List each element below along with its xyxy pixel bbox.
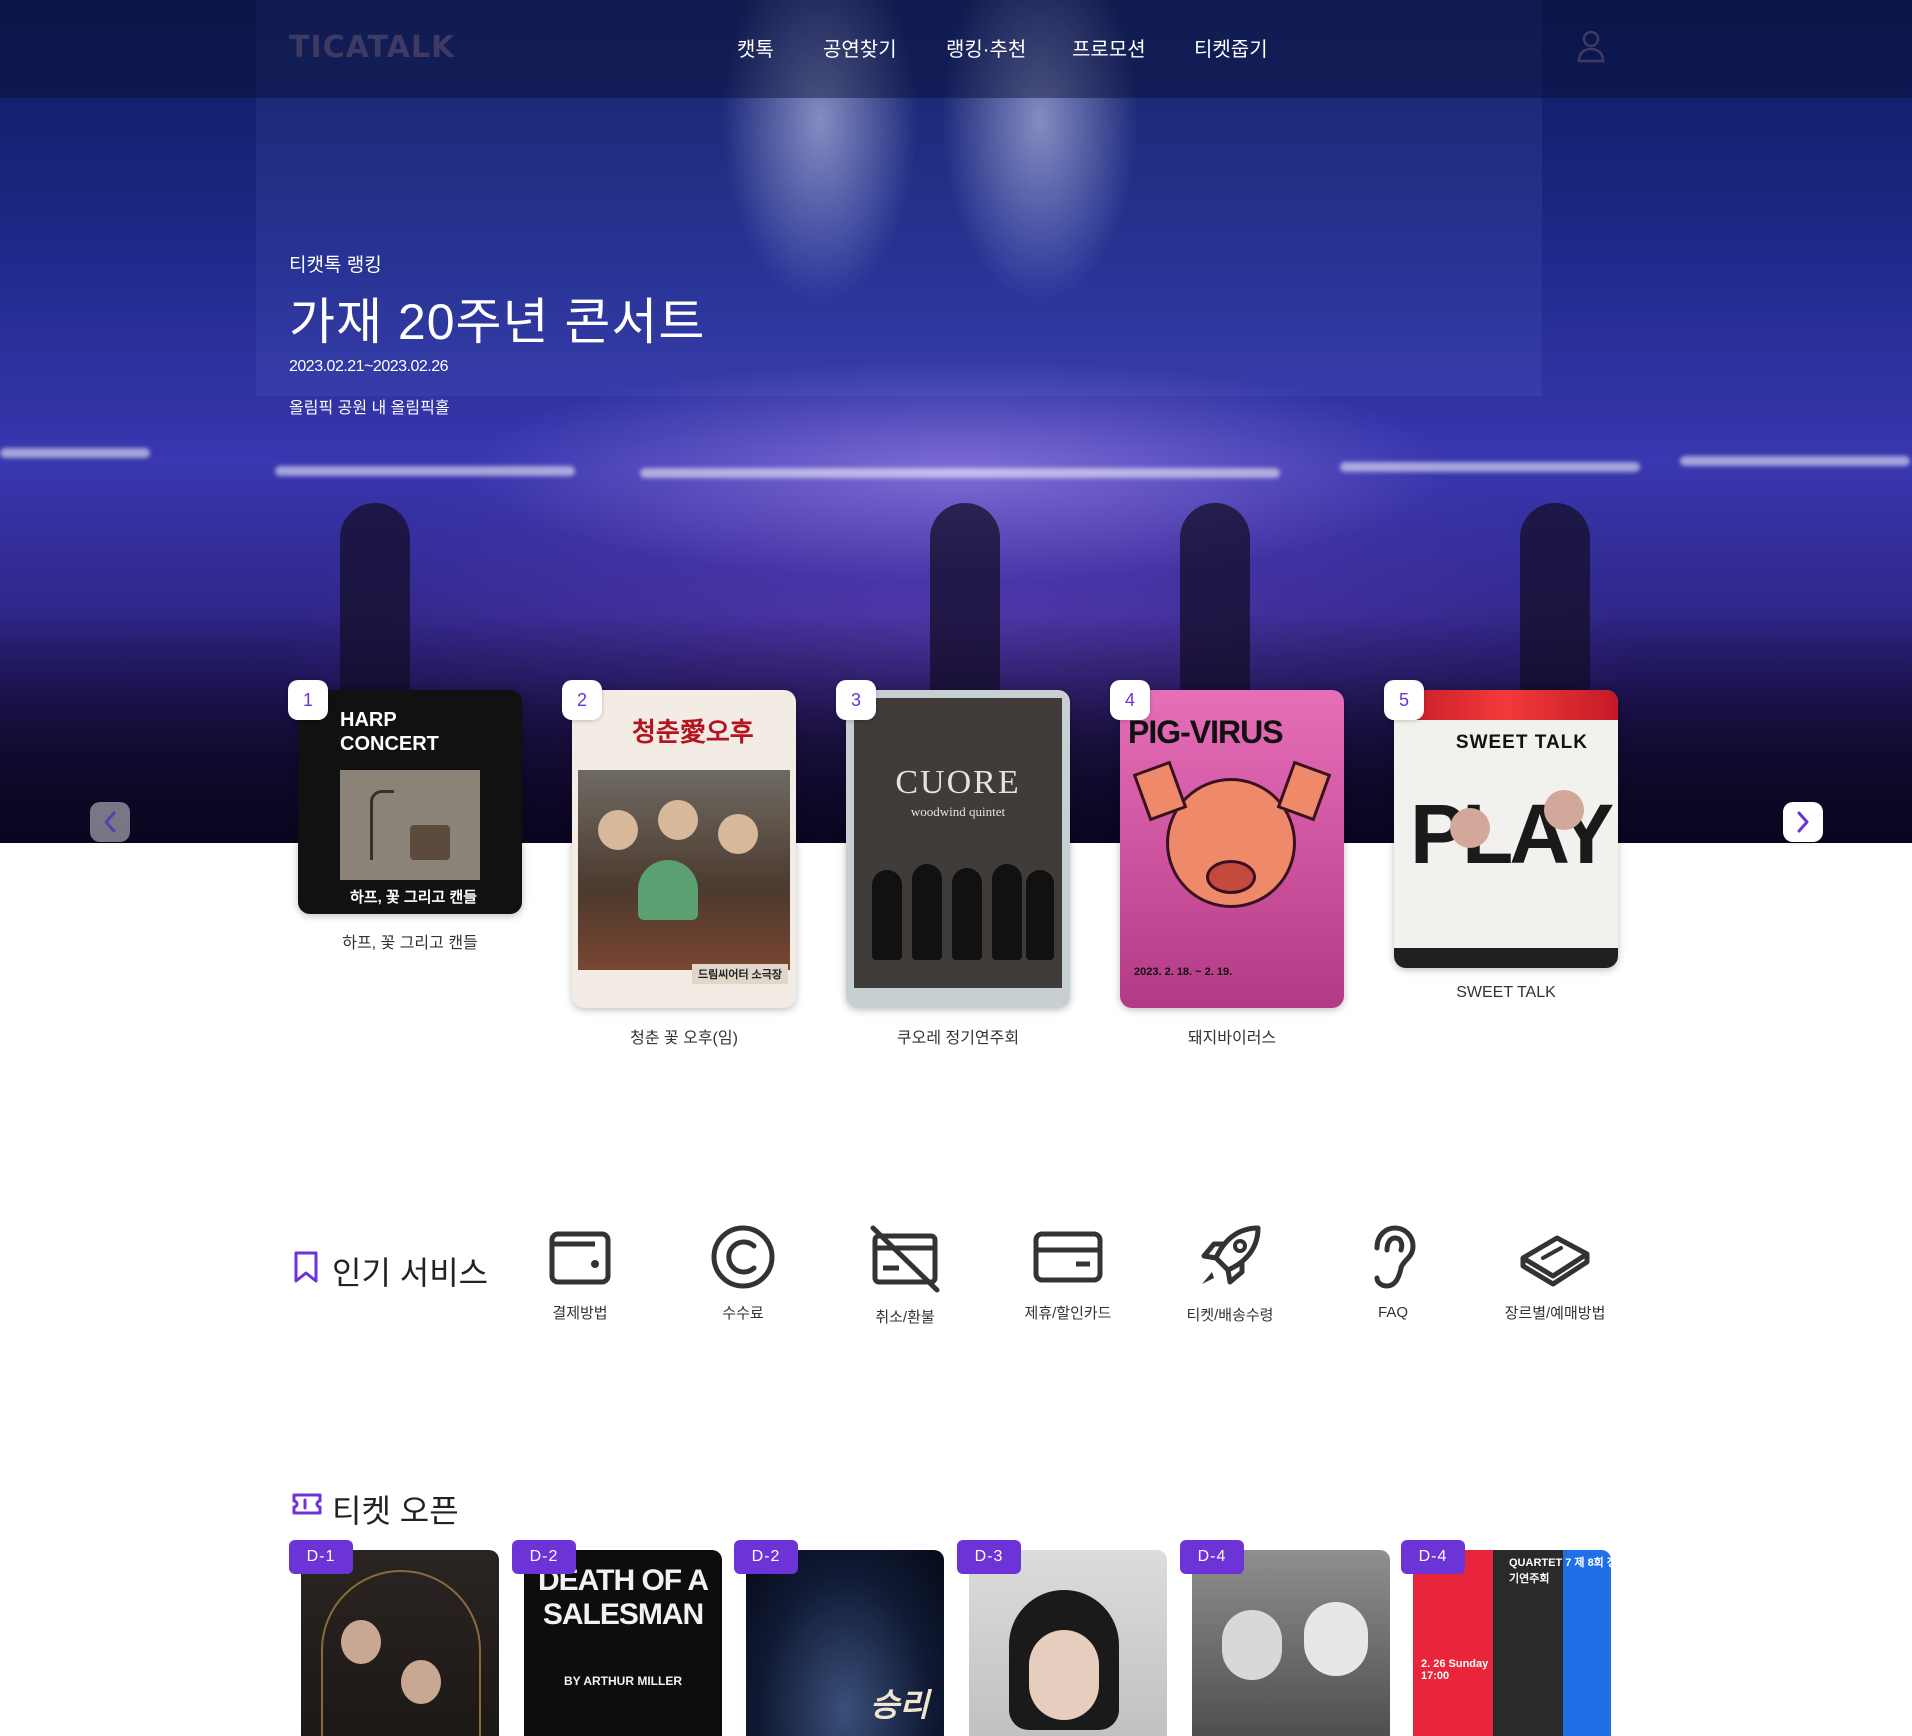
poster-title: HARP CONCERT [340, 709, 439, 755]
rank-title: SWEET TALK [1456, 984, 1556, 1001]
poster-title: CUORE [895, 764, 1021, 801]
dday-badge: D-1 [289, 1540, 353, 1574]
poster-image [1192, 1550, 1390, 1736]
ear-icon [1374, 1225, 1416, 1289]
hero-venue: 올림픽 공원 내 올림픽홀 [289, 400, 450, 417]
service-label: 수수료 [722, 1305, 764, 1322]
wallet-icon [549, 1231, 611, 1285]
rank-title: 돼지바이러스 [1187, 1030, 1277, 1047]
poster-photo [340, 770, 480, 880]
credit-card-icon [1033, 1231, 1103, 1283]
poster-image: DEATH OF A SALESMAN BY ARTHUR MILLER [524, 1550, 722, 1736]
dday-badge: D-4 [1180, 1540, 1244, 1574]
hero-date: 2023.02.21~2023.02.26 [289, 358, 449, 375]
rank-badge: 5 [1384, 680, 1424, 720]
stage-light [275, 466, 575, 476]
poster-image: PIG-VIRUS 2023. 2. 18. ~ 2. 19. [1120, 690, 1344, 1008]
carousel-prev-button[interactable] [90, 802, 130, 842]
poster-title: 청춘愛오후 [632, 717, 754, 747]
chevron-left-icon [104, 811, 116, 833]
poster-image: SWEET TALK PLAY [1394, 690, 1618, 968]
copyright-icon [711, 1225, 775, 1289]
dday-badge: D-2 [734, 1540, 798, 1574]
rank-badge: 2 [562, 680, 602, 720]
nav-find-show[interactable]: 공연찾기 [823, 33, 897, 62]
dday-badge: D-3 [957, 1540, 1021, 1574]
rank-badge: 1 [288, 680, 328, 720]
rank-badge: 4 [1110, 680, 1150, 720]
ticket-open-card[interactable]: D-2 DEATH OF A SALESMAN BY ARTHUR MILLER [512, 1540, 722, 1736]
service-label: 결제방법 [552, 1305, 608, 1322]
chevron-right-icon [1797, 811, 1809, 833]
ticket-open-card[interactable]: D-2 승리 [734, 1540, 944, 1736]
service-label: 취소/환불 [875, 1309, 935, 1326]
service-cancel-refund[interactable]: 취소/환불 [830, 1224, 980, 1327]
ticket-stack-icon [1520, 1235, 1590, 1287]
service-label: 제휴/할인카드 [1024, 1305, 1112, 1322]
stage-light [640, 468, 1280, 478]
poster-title: SWEET TALK [1455, 732, 1588, 753]
poster-subtitle: 2023. 2. 18. ~ 2. 19. [1134, 966, 1233, 978]
poster-subtitle: woodwind quintet [910, 804, 1006, 819]
ticket-open-title: 티켓 오픈 [332, 1493, 459, 1529]
service-payment[interactable]: 결제방법 [505, 1224, 655, 1323]
ticket-open-card[interactable]: D-4 [1180, 1540, 1390, 1736]
poster-photo [578, 770, 790, 970]
bookmark-icon [292, 1250, 320, 1288]
rank-title: 청춘 꽃 오후(임) [630, 1030, 738, 1047]
rank-title: 쿠오레 정기연주회 [896, 1030, 1020, 1047]
poster-image: HARP CONCERT 하프, 꽃 그리고 캔들 [298, 690, 522, 914]
poster-image: 청춘愛오후 드림씨어터 소극장 [572, 690, 796, 1008]
poster-image: QUARTET 7 제 8회 정기연주회 2. 26 Sunday 17:00 [1413, 1550, 1611, 1736]
stage-light [1340, 462, 1640, 472]
service-genre-booking[interactable]: 장르별/예매방법 [1480, 1224, 1630, 1323]
service-label: 장르별/예매방법 [1504, 1305, 1606, 1322]
ticket-open-card[interactable]: D-4 QUARTET 7 제 8회 정기연주회 2. 26 Sunday 17… [1401, 1540, 1611, 1736]
dday-badge: D-2 [512, 1540, 576, 1574]
poster-title: PIG-VIRUS [1128, 714, 1284, 750]
poster-image: 승리 [746, 1550, 944, 1736]
poster-subtitle: 하프, 꽃 그리고 캔들 [350, 889, 478, 906]
service-ticket-delivery[interactable]: 티켓/배송수령 [1155, 1222, 1305, 1325]
dday-badge: D-4 [1401, 1540, 1465, 1574]
user-icon[interactable] [1576, 28, 1606, 64]
stage-light [1680, 456, 1910, 466]
rank-title: 하프, 꽃 그리고 캔들 [342, 935, 478, 952]
service-label: 티켓/배송수령 [1186, 1307, 1274, 1324]
poster-title: QUARTET 7 제 8회 정기연주회 [1509, 1557, 1611, 1585]
ticket-open-card[interactable]: D-3 [957, 1540, 1167, 1736]
rank-badge: 3 [836, 680, 876, 720]
rocket-icon [1201, 1225, 1261, 1285]
nav-cattalk[interactable]: 캣톡 [737, 33, 774, 62]
carousel-next-button[interactable] [1783, 802, 1823, 842]
poster-title: 승리 [870, 1687, 929, 1723]
nav-promotion[interactable]: 프로모션 [1072, 33, 1146, 62]
poster-image: CUORE woodwind quintet [846, 690, 1070, 1008]
hero-title[interactable]: 가재 20주년 콘서트 [289, 282, 705, 354]
hero-subtitle: 티캣톡 랭킹 [289, 255, 382, 276]
nav-ticket-pick[interactable]: 티켓줍기 [1194, 33, 1268, 62]
poster-subtitle: 2. 26 Sunday 17:00 [1421, 1658, 1489, 1682]
service-fee[interactable]: 수수료 [668, 1224, 818, 1323]
services-title: 인기 서비스 [332, 1255, 489, 1291]
poster-image [301, 1550, 499, 1736]
service-partner-card[interactable]: 제휴/할인카드 [993, 1224, 1143, 1323]
nav-ranking[interactable]: 랭킹·추천 [946, 33, 1026, 62]
service-faq[interactable]: FAQ [1318, 1222, 1468, 1321]
service-label: FAQ [1377, 1304, 1408, 1321]
stage-light [0, 448, 150, 458]
ticket-open-card[interactable]: D-1 [289, 1540, 499, 1736]
ticket-icon [291, 1490, 323, 1522]
poster-subtitle: BY ARTHUR MILLER [564, 1674, 682, 1688]
poster-image [969, 1550, 1167, 1736]
card-off-icon [870, 1225, 940, 1293]
poster-title: DEATH OF A SALESMAN [538, 1564, 709, 1631]
main-nav: 캣톡 공연찾기 랭킹·추천 프로모션 티켓줍기 [0, 33, 1912, 63]
poster-subtitle: 드림씨어터 소극장 [692, 964, 789, 984]
